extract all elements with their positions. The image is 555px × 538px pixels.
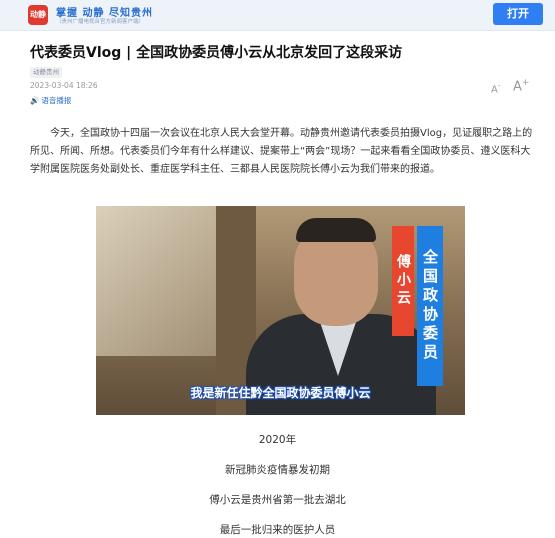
audio-label: 语音播报 bbox=[41, 96, 72, 105]
article-paragraph: 今天，全国政协十四届一次会议在北京人民大会堂开幕。动静贵州邀请代表委员拍摄Vlo… bbox=[30, 128, 533, 175]
video-name-tag: 傅小云 bbox=[392, 226, 414, 336]
speaker-hair bbox=[296, 218, 376, 242]
video-title-tag: 全国政协委员 bbox=[417, 226, 443, 386]
source-tag[interactable]: 动静贵州 bbox=[30, 67, 62, 78]
app-logo: 动静 bbox=[28, 5, 48, 25]
app-download-banner[interactable]: 动静 掌握 动静 尽知贵州 （贵州广播电视台官方新闻客户端） 打开 bbox=[0, 0, 555, 31]
banner-slogan-sub: （贵州广播电视台官方新闻客户端） bbox=[56, 19, 145, 25]
caption-line: 新冠肺炎疫情暴发初期 bbox=[225, 464, 330, 476]
font-decrease-button[interactable]: A- bbox=[491, 82, 500, 95]
publish-date: 2023-03-04 18:26 bbox=[30, 81, 98, 90]
font-increase-button[interactable]: A+ bbox=[513, 78, 529, 94]
audio-broadcast-button[interactable]: 🔊 语音播报 bbox=[30, 95, 71, 106]
caption-line: 2020年 bbox=[258, 434, 297, 446]
speaker-icon: 🔊 bbox=[30, 96, 40, 105]
video-player[interactable]: 傅小云 全国政协委员 我是新任住黔全国政协委员傅小云 bbox=[96, 206, 465, 415]
open-app-button[interactable]: 打开 bbox=[493, 3, 543, 25]
video-subtitle: 我是新任住黔全国政协委员傅小云 bbox=[190, 386, 371, 400]
video-scene-window bbox=[96, 206, 216, 356]
caption-line: 最后一批归来的医护人员 bbox=[219, 524, 336, 536]
caption-line: 傅小云是贵州省第一批去湖北 bbox=[209, 494, 346, 506]
article-title: 代表委员Vlog | 全国政协委员傅小云从北京发回了这段采访 bbox=[30, 45, 403, 61]
